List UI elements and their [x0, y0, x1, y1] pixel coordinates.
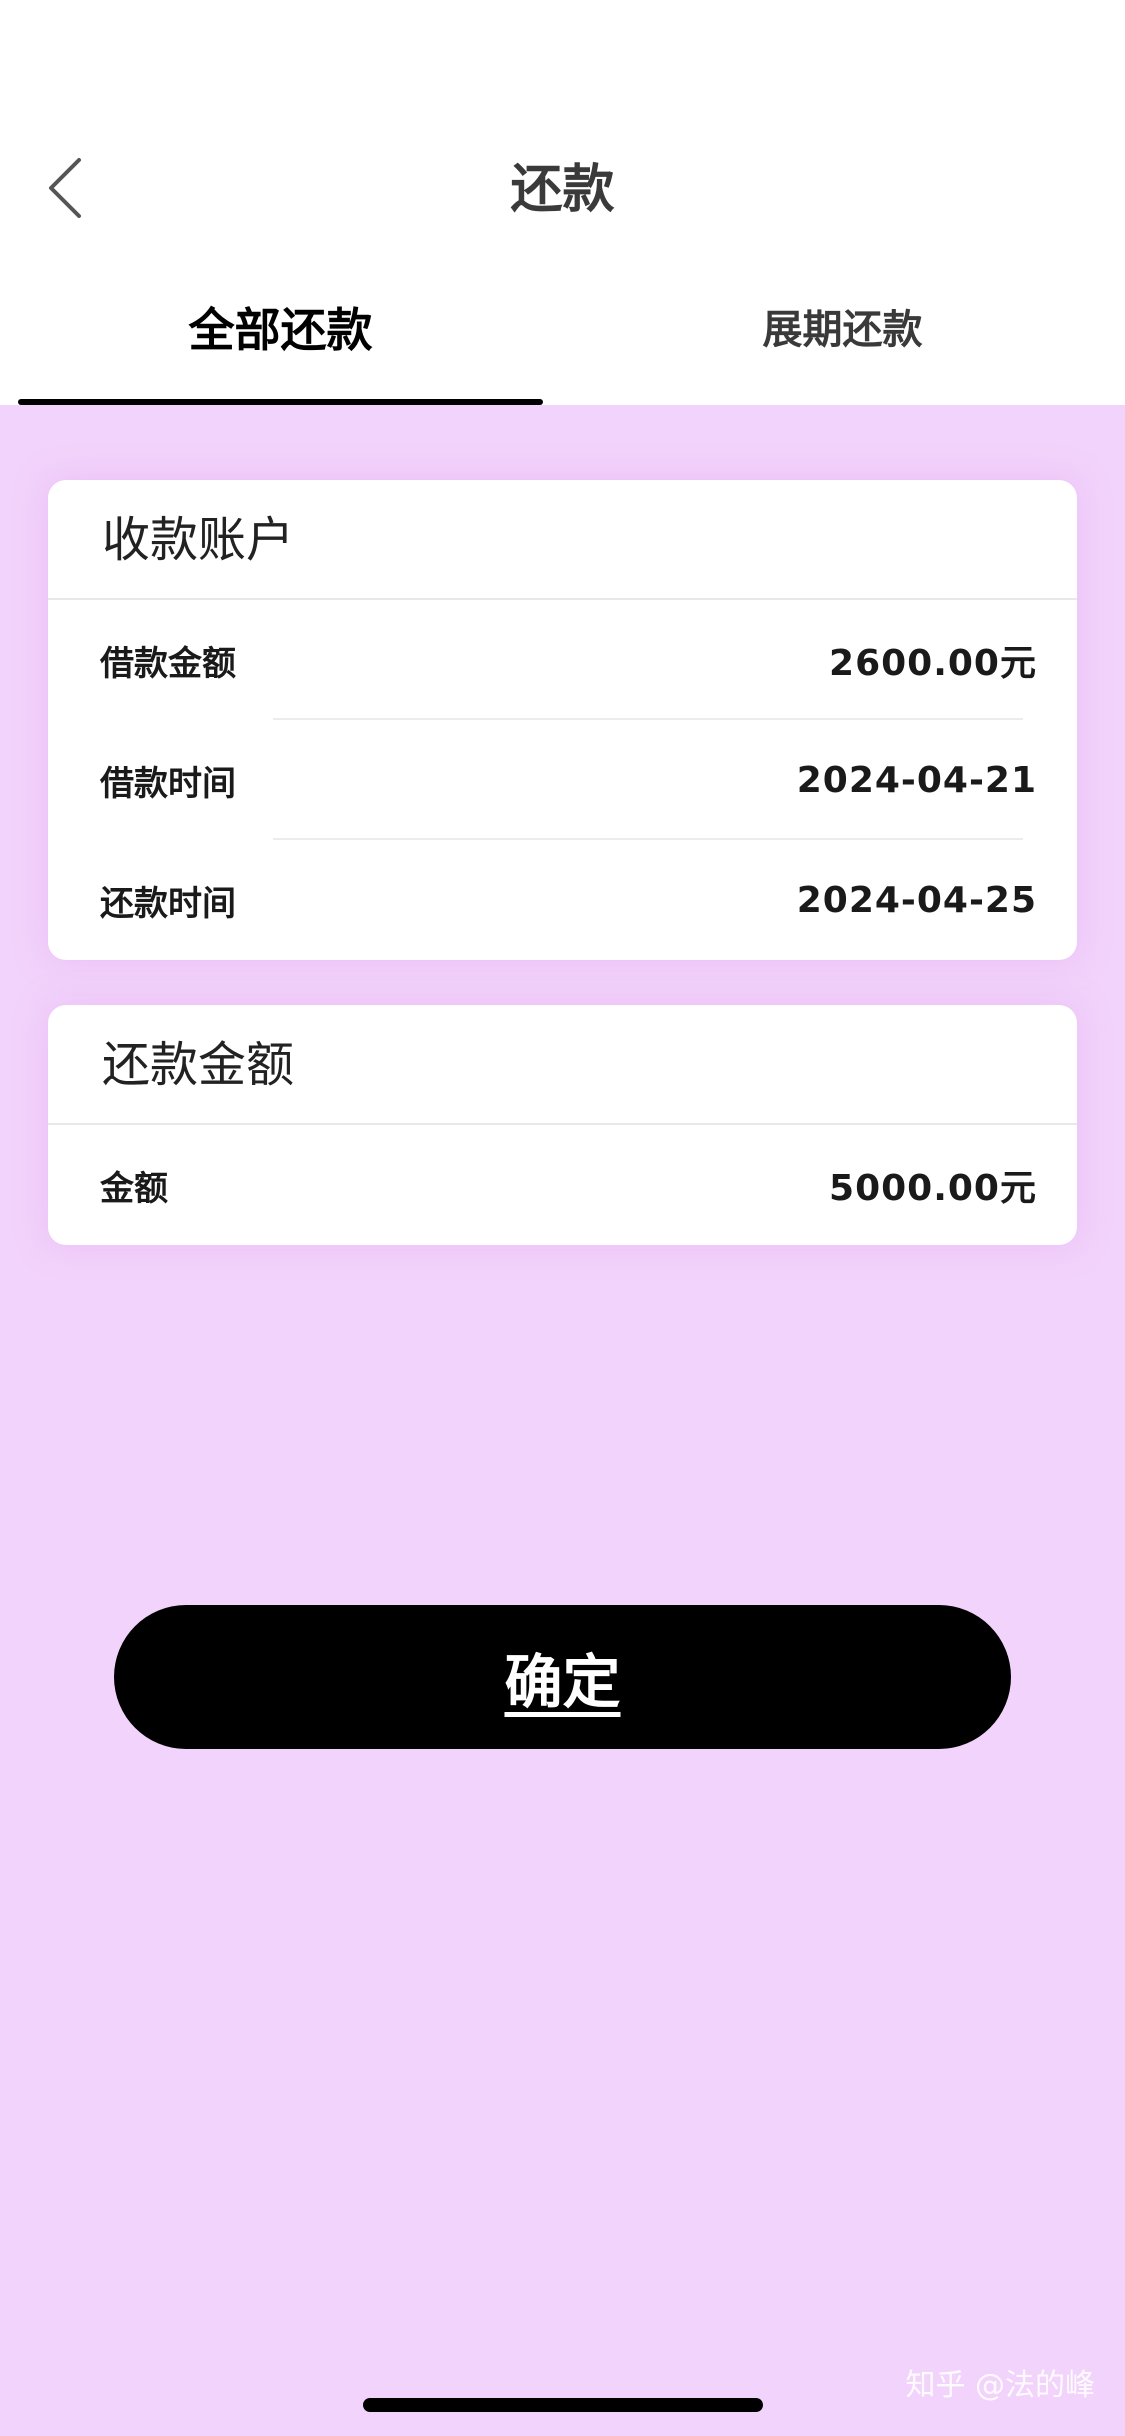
loan-date-value: 2024-04-21 [796, 759, 1037, 801]
home-indicator[interactable] [363, 2398, 763, 2412]
loan-amount-label: 借款金额 [100, 643, 236, 684]
confirm-button-label: 确定 [504, 1648, 621, 1716]
loan-amount-row: 借款金额 2600.00元 [48, 600, 1077, 720]
loan-date-row: 借款时间 2024-04-21 [48, 720, 1077, 840]
account-card: 收款账户 借款金额 2600.00元 借款时间 2024-04-21 还款时间 … [48, 480, 1077, 960]
active-tab-indicator [18, 399, 543, 405]
page-title: 还款 [510, 160, 615, 220]
loan-date-label: 借款时间 [100, 763, 236, 804]
confirm-button[interactable]: 确定 [114, 1605, 1011, 1749]
tab-extension-repayment[interactable]: 展期还款 [580, 290, 1105, 370]
repayment-card-title: 还款金额 [48, 1005, 1077, 1125]
account-card-title: 收款账户 [48, 480, 1077, 600]
tab-full-repayment[interactable]: 全部还款 [18, 290, 543, 370]
repay-date-row: 还款时间 2024-04-25 [48, 840, 1077, 960]
watermark: 知乎 @法的峰 [905, 2368, 1095, 2403]
loan-amount-value: 2600.00元 [829, 643, 1037, 684]
repayment-amount-card: 还款金额 金额 5000.00元 [48, 1005, 1077, 1245]
amount-row: 金额 5000.00元 [48, 1125, 1077, 1245]
amount-value: 5000.00元 [829, 1168, 1037, 1209]
repay-date-label: 还款时间 [100, 883, 236, 924]
repay-date-value: 2024-04-25 [796, 879, 1037, 921]
amount-label: 金额 [100, 1168, 168, 1209]
